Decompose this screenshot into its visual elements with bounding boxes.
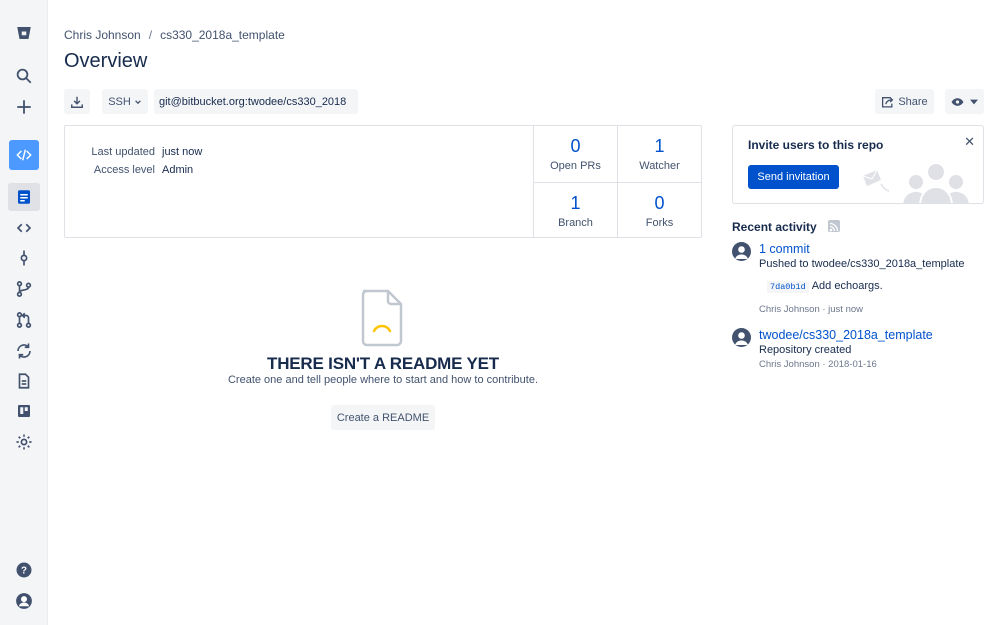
stat-value: 1 bbox=[570, 193, 581, 213]
breadcrumb-owner[interactable]: Chris Johnson bbox=[64, 28, 141, 42]
protocol-label: SSH bbox=[108, 95, 131, 108]
download-icon bbox=[71, 96, 83, 108]
create-plus-icon[interactable] bbox=[12, 95, 36, 119]
commits-nav-icon[interactable] bbox=[12, 246, 36, 270]
clone-url-field[interactable]: git@bitbucket.org:twodee/cs330_2018 bbox=[154, 89, 358, 114]
chevron-down-icon bbox=[134, 99, 141, 104]
invite-title: Invite users to this repo bbox=[748, 138, 884, 152]
eye-icon bbox=[951, 97, 964, 106]
stat-value: 0 bbox=[570, 136, 581, 156]
bitbucket-logo-icon[interactable] bbox=[12, 21, 36, 45]
avatar-icon bbox=[732, 242, 751, 261]
stat-forks[interactable]: 0 Forks bbox=[617, 182, 701, 238]
user-avatar-icon[interactable] bbox=[12, 589, 36, 613]
svg-text:?: ? bbox=[21, 565, 27, 576]
rss-feed-icon[interactable] bbox=[828, 220, 840, 232]
activity-text: 1 commit Pushed to twodee/cs330_2018a_te… bbox=[759, 242, 965, 315]
source-nav-icon[interactable] bbox=[12, 216, 36, 240]
search-icon[interactable] bbox=[12, 64, 36, 88]
stat-label: Watcher bbox=[639, 160, 680, 172]
invite-users-card: Invite users to this repo ✕ Send invitat… bbox=[732, 125, 984, 204]
stat-branches[interactable]: 1 Branch bbox=[533, 182, 617, 238]
activity-link[interactable]: 1 commit bbox=[759, 242, 965, 256]
repo-code-icon[interactable] bbox=[9, 140, 39, 170]
branches-nav-icon[interactable] bbox=[12, 277, 36, 301]
share-label: Share bbox=[898, 95, 928, 108]
download-button[interactable] bbox=[64, 89, 90, 114]
breadcrumb-repo[interactable]: cs330_2018a_template bbox=[160, 28, 285, 42]
stat-open-prs[interactable]: 0 Open PRs bbox=[533, 126, 617, 182]
recent-activity-title: Recent activity bbox=[732, 220, 817, 234]
stat-label: Branch bbox=[558, 217, 593, 229]
boards-nav-icon[interactable] bbox=[12, 399, 36, 423]
activity-meta: Chris Johnson · just now bbox=[759, 304, 864, 315]
access-level-label: Access level bbox=[93, 164, 155, 176]
settings-gear-icon[interactable] bbox=[12, 430, 36, 454]
share-icon bbox=[882, 96, 894, 108]
chevron-down-icon bbox=[970, 99, 978, 104]
commit-message: Add echoargs. bbox=[811, 280, 883, 292]
stat-value: 0 bbox=[654, 193, 665, 213]
activity-meta: Chris Johnson · 2018-01-16 bbox=[759, 359, 877, 370]
last-updated-value: just now bbox=[162, 146, 203, 158]
activity-link[interactable]: twodee/cs330_2018a_template bbox=[759, 328, 933, 342]
breadcrumb: Chris Johnson / cs330_2018a_template bbox=[64, 28, 285, 42]
readme-empty-title: THERE ISN'T A README YET bbox=[267, 354, 499, 373]
commit-line: 7da0b1d Add echoargs. bbox=[759, 276, 965, 294]
clone-toolbar: SSH git@bitbucket.org:twodee/cs330_2018 bbox=[64, 89, 358, 114]
stat-value: 1 bbox=[654, 136, 665, 156]
stat-watchers[interactable]: 1 Watcher bbox=[617, 126, 701, 182]
overview-nav-icon[interactable] bbox=[12, 185, 36, 209]
close-icon[interactable]: ✕ bbox=[964, 134, 975, 150]
help-icon[interactable]: ? bbox=[12, 558, 36, 582]
sad-document-icon bbox=[361, 289, 403, 347]
activity-description: Pushed to twodee/cs330_2018a_template bbox=[759, 258, 965, 270]
stat-label: Forks bbox=[645, 217, 674, 229]
send-invitation-button[interactable]: Send invitation bbox=[748, 165, 839, 189]
activity-description: Repository created bbox=[759, 344, 852, 356]
repo-summary-panel: Last updated just now Access level Admin… bbox=[64, 125, 702, 238]
create-readme-button[interactable]: Create a README bbox=[331, 405, 435, 430]
global-sidebar: ? bbox=[0, 0, 48, 625]
readme-empty-subtitle: Create one and tell people where to star… bbox=[227, 374, 539, 386]
protocol-select[interactable]: SSH bbox=[102, 89, 148, 114]
pipelines-nav-icon[interactable] bbox=[12, 339, 36, 363]
page-title: Overview bbox=[64, 50, 148, 72]
invite-people-illustration bbox=[862, 162, 969, 203]
watch-button[interactable] bbox=[945, 89, 984, 114]
last-updated-label: Last updated bbox=[91, 146, 155, 158]
activity-text: twodee/cs330_2018a_template Repository c… bbox=[759, 328, 933, 370]
pull-requests-nav-icon[interactable] bbox=[12, 308, 36, 332]
downloads-nav-icon[interactable] bbox=[12, 369, 36, 393]
access-level-value: Admin bbox=[162, 164, 194, 176]
stat-label: Open PRs bbox=[550, 160, 601, 172]
repo-meta: Last updated just now Access level Admin bbox=[81, 146, 202, 182]
breadcrumb-separator: / bbox=[148, 28, 153, 42]
avatar-icon bbox=[732, 328, 751, 347]
share-button[interactable]: Share bbox=[875, 89, 934, 114]
commit-hash[interactable]: 7da0b1d bbox=[767, 281, 809, 293]
